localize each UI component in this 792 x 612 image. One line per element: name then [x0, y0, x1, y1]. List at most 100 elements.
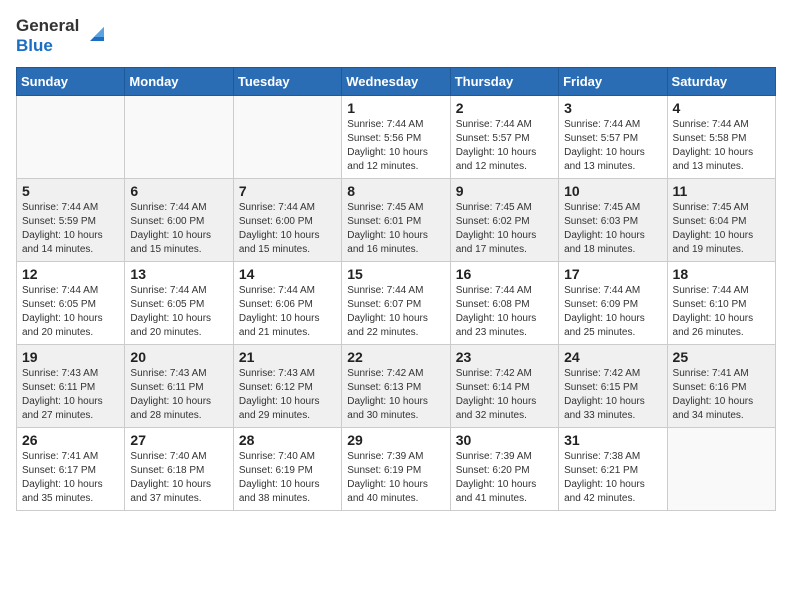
day-number: 3 — [564, 100, 661, 116]
calendar-cell: 5 Sunrise: 7:44 AM Sunset: 5:59 PM Daylig… — [17, 178, 125, 261]
day-number: 11 — [673, 183, 770, 199]
week-row-5: 26Sunrise: 7:41 AM Sunset: 6:17 PM Dayli… — [17, 427, 776, 510]
day-info: Sunrise: 7:44 AM Sunset: 5:57 PM Dayligh… — [456, 118, 553, 174]
calendar-cell: 31 Sunrise: 7:38 AM Sunset: 6:21 PM Dayli… — [559, 427, 667, 510]
day-number: 25 — [673, 349, 770, 365]
calendar-cell: 29 Sunrise: 7:39 AM Sunset: 6:19 PM Dayli… — [342, 427, 450, 510]
weekday-header-sunday: Sunday — [17, 67, 125, 95]
day-info: Sunrise: 7:45 AM Sunset: 6:02 PM Dayligh… — [456, 201, 553, 257]
calendar-cell: 9 Sunrise: 7:45 AM Sunset: 6:02 PM Daylig… — [450, 178, 558, 261]
day-info: Sunrise: 7:44 AM Sunset: 6:00 PM Dayligh… — [130, 201, 227, 257]
weekday-header-row: SundayMondayTuesdayWednesdayThursdayFrid… — [17, 67, 776, 95]
calendar-table: SundayMondayTuesdayWednesdayThursdayFrid… — [16, 67, 776, 511]
calendar-cell: 7 Sunrise: 7:44 AM Sunset: 6:00 PM Daylig… — [233, 178, 341, 261]
calendar-cell: 10Sunrise: 7:45 AM Sunset: 6:03 PM Dayli… — [559, 178, 667, 261]
calendar-cell: 3 Sunrise: 7:44 AM Sunset: 5:57 PM Daylig… — [559, 95, 667, 178]
day-info: Sunrise: 7:43 AM Sunset: 6:12 PM Dayligh… — [239, 367, 336, 423]
day-info: Sunrise: 7:42 AM Sunset: 6:13 PM Dayligh… — [347, 367, 444, 423]
day-info: Sunrise: 7:42 AM Sunset: 6:14 PM Dayligh… — [456, 367, 553, 423]
calendar-cell — [233, 95, 341, 178]
day-number: 22 — [347, 349, 444, 365]
day-number: 20 — [130, 349, 227, 365]
logo: General Blue — [16, 16, 108, 57]
calendar-cell: 26Sunrise: 7:41 AM Sunset: 6:17 PM Dayli… — [17, 427, 125, 510]
weekday-header-saturday: Saturday — [667, 67, 775, 95]
day-info: Sunrise: 7:44 AM Sunset: 5:58 PM Dayligh… — [673, 118, 770, 174]
day-number: 4 — [673, 100, 770, 116]
calendar-cell: 4 Sunrise: 7:44 AM Sunset: 5:58 PM Daylig… — [667, 95, 775, 178]
day-info: Sunrise: 7:40 AM Sunset: 6:18 PM Dayligh… — [130, 450, 227, 506]
day-number: 19 — [22, 349, 119, 365]
week-row-1: 1 Sunrise: 7:44 AM Sunset: 5:56 PM Daylig… — [17, 95, 776, 178]
calendar-cell — [667, 427, 775, 510]
day-info: Sunrise: 7:44 AM Sunset: 6:09 PM Dayligh… — [564, 284, 661, 340]
day-number: 17 — [564, 266, 661, 282]
week-row-2: 5 Sunrise: 7:44 AM Sunset: 5:59 PM Daylig… — [17, 178, 776, 261]
calendar-cell — [125, 95, 233, 178]
calendar-cell: 30Sunrise: 7:39 AM Sunset: 6:20 PM Dayli… — [450, 427, 558, 510]
calendar-cell: 18 Sunrise: 7:44 AM Sunset: 6:10 PM Dayli… — [667, 261, 775, 344]
day-number: 5 — [22, 183, 119, 199]
day-info: Sunrise: 7:44 AM Sunset: 5:57 PM Dayligh… — [564, 118, 661, 174]
day-info: Sunrise: 7:42 AM Sunset: 6:15 PM Dayligh… — [564, 367, 661, 423]
logo-general: General — [16, 16, 79, 35]
calendar-cell: 24 Sunrise: 7:42 AM Sunset: 6:15 PM Dayli… — [559, 344, 667, 427]
week-row-3: 12 Sunrise: 7:44 AM Sunset: 6:05 PM Dayli… — [17, 261, 776, 344]
calendar-cell: 21 Sunrise: 7:43 AM Sunset: 6:12 PM Dayli… — [233, 344, 341, 427]
day-info: Sunrise: 7:44 AM Sunset: 6:08 PM Dayligh… — [456, 284, 553, 340]
day-info: Sunrise: 7:43 AM Sunset: 6:11 PM Dayligh… — [22, 367, 119, 423]
calendar-cell: 16 Sunrise: 7:44 AM Sunset: 6:08 PM Dayli… — [450, 261, 558, 344]
calendar-cell: 17 Sunrise: 7:44 AM Sunset: 6:09 PM Dayli… — [559, 261, 667, 344]
day-info: Sunrise: 7:44 AM Sunset: 5:59 PM Dayligh… — [22, 201, 119, 257]
day-info: Sunrise: 7:44 AM Sunset: 6:00 PM Dayligh… — [239, 201, 336, 257]
day-number: 2 — [456, 100, 553, 116]
day-info: Sunrise: 7:38 AM Sunset: 6:21 PM Dayligh… — [564, 450, 661, 506]
day-number: 15 — [347, 266, 444, 282]
day-number: 24 — [564, 349, 661, 365]
day-info: Sunrise: 7:45 AM Sunset: 6:01 PM Dayligh… — [347, 201, 444, 257]
day-info: Sunrise: 7:44 AM Sunset: 6:10 PM Dayligh… — [673, 284, 770, 340]
day-number: 7 — [239, 183, 336, 199]
weekday-header-monday: Monday — [125, 67, 233, 95]
logo-triangle-icon — [86, 23, 108, 45]
day-number: 6 — [130, 183, 227, 199]
calendar-cell: 27 Sunrise: 7:40 AM Sunset: 6:18 PM Dayli… — [125, 427, 233, 510]
weekday-header-thursday: Thursday — [450, 67, 558, 95]
day-number: 29 — [347, 432, 444, 448]
calendar-cell: 14Sunrise: 7:44 AM Sunset: 6:06 PM Dayli… — [233, 261, 341, 344]
calendar-cell: 25Sunrise: 7:41 AM Sunset: 6:16 PM Dayli… — [667, 344, 775, 427]
calendar-cell: 15Sunrise: 7:44 AM Sunset: 6:07 PM Dayli… — [342, 261, 450, 344]
day-info: Sunrise: 7:44 AM Sunset: 6:05 PM Dayligh… — [130, 284, 227, 340]
day-number: 9 — [456, 183, 553, 199]
logo-text: General Blue — [16, 16, 79, 57]
day-number: 28 — [239, 432, 336, 448]
day-info: Sunrise: 7:45 AM Sunset: 6:03 PM Dayligh… — [564, 201, 661, 257]
day-number: 16 — [456, 266, 553, 282]
calendar-container: General Blue SundayMondayTuesdayWednesda… — [0, 0, 792, 527]
day-number: 13 — [130, 266, 227, 282]
calendar-cell: 1 Sunrise: 7:44 AM Sunset: 5:56 PM Daylig… — [342, 95, 450, 178]
calendar-cell: 19 Sunrise: 7:43 AM Sunset: 6:11 PM Dayli… — [17, 344, 125, 427]
header: General Blue — [16, 16, 776, 57]
calendar-cell — [17, 95, 125, 178]
calendar-cell: 11 Sunrise: 7:45 AM Sunset: 6:04 PM Dayli… — [667, 178, 775, 261]
day-number: 31 — [564, 432, 661, 448]
day-info: Sunrise: 7:45 AM Sunset: 6:04 PM Dayligh… — [673, 201, 770, 257]
weekday-header-wednesday: Wednesday — [342, 67, 450, 95]
weekday-header-tuesday: Tuesday — [233, 67, 341, 95]
day-info: Sunrise: 7:40 AM Sunset: 6:19 PM Dayligh… — [239, 450, 336, 506]
calendar-cell: 12 Sunrise: 7:44 AM Sunset: 6:05 PM Dayli… — [17, 261, 125, 344]
calendar-cell: 20Sunrise: 7:43 AM Sunset: 6:11 PM Dayli… — [125, 344, 233, 427]
day-number: 12 — [22, 266, 119, 282]
calendar-cell: 6 Sunrise: 7:44 AM Sunset: 6:00 PM Daylig… — [125, 178, 233, 261]
day-number: 18 — [673, 266, 770, 282]
day-info: Sunrise: 7:39 AM Sunset: 6:19 PM Dayligh… — [347, 450, 444, 506]
day-info: Sunrise: 7:44 AM Sunset: 6:05 PM Dayligh… — [22, 284, 119, 340]
weekday-header-friday: Friday — [559, 67, 667, 95]
day-number: 1 — [347, 100, 444, 116]
calendar-cell: 2 Sunrise: 7:44 AM Sunset: 5:57 PM Daylig… — [450, 95, 558, 178]
day-number: 30 — [456, 432, 553, 448]
day-number: 21 — [239, 349, 336, 365]
day-number: 27 — [130, 432, 227, 448]
day-info: Sunrise: 7:44 AM Sunset: 5:56 PM Dayligh… — [347, 118, 444, 174]
